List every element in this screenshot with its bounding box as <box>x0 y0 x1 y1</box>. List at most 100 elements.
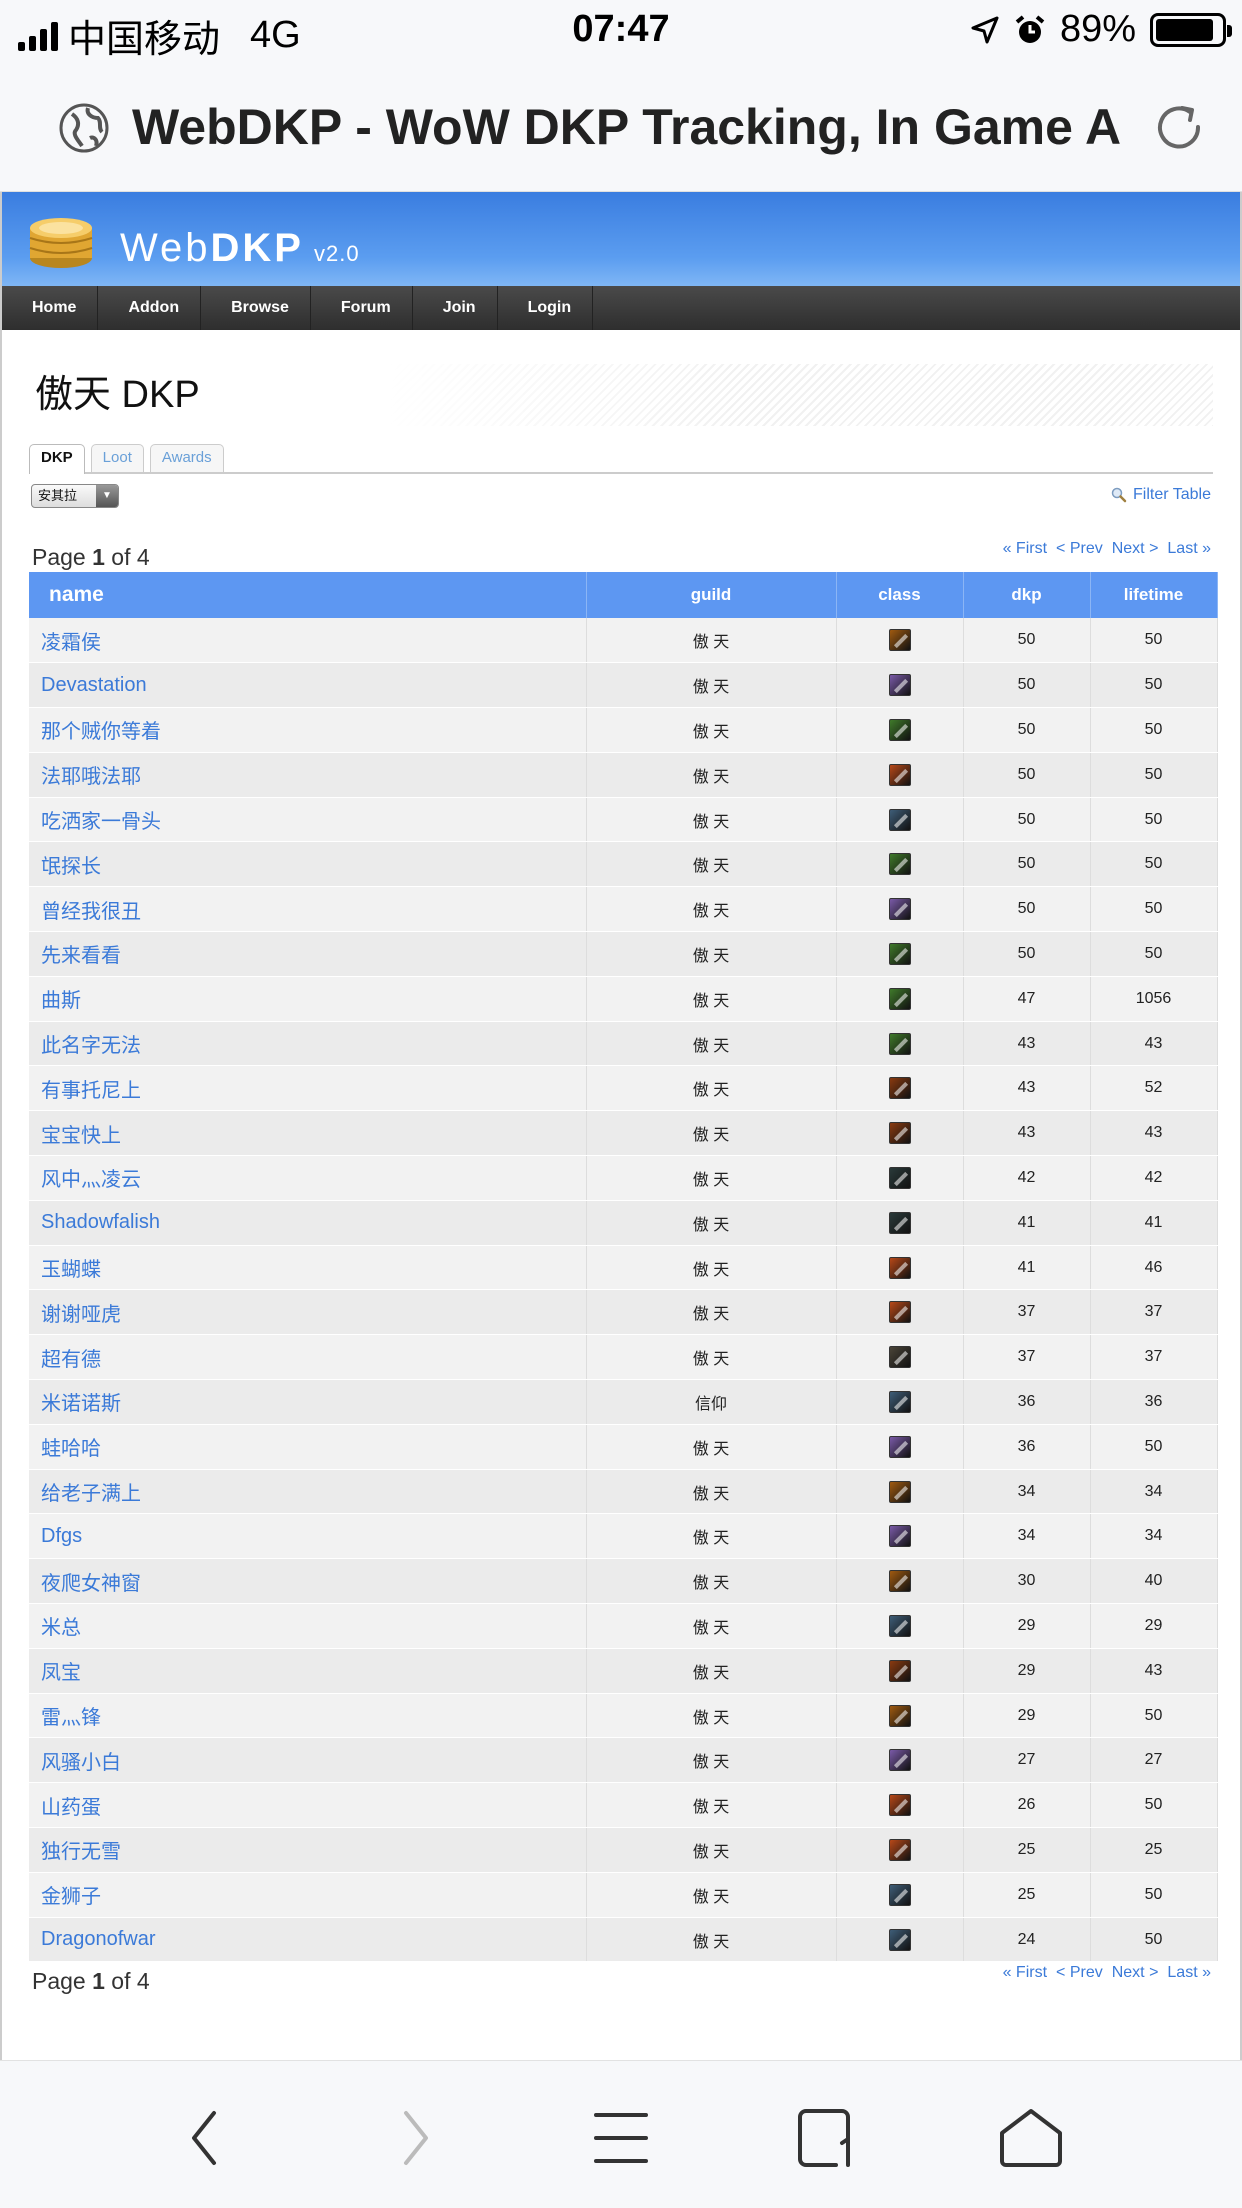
cell-name[interactable]: 米诺诺斯 <box>29 1379 587 1425</box>
nav-forum[interactable]: Forum <box>311 286 413 330</box>
cell-name[interactable]: 风骚小白 <box>29 1737 587 1784</box>
cell-guild: 傲 天 <box>586 797 837 843</box>
cell-name[interactable]: 曾经我很丑 <box>29 886 587 933</box>
pager-next[interactable]: Next > <box>1112 540 1159 558</box>
cell-dkp: 29 <box>963 1603 1091 1649</box>
pager-prev[interactable]: < Prev <box>1056 1964 1103 1982</box>
cell-class <box>836 707 964 753</box>
table-select[interactable]: 安其拉 ▼ <box>31 484 119 508</box>
pager-next[interactable]: Next > <box>1112 1964 1159 1982</box>
cell-class <box>836 1737 964 1784</box>
cell-lifetime: 43 <box>1090 1648 1218 1694</box>
cell-lifetime: 41 <box>1090 1200 1218 1246</box>
cell-lifetime: 50 <box>1090 1872 1218 1918</box>
cell-name[interactable]: 夜爬女神窗 <box>29 1558 587 1605</box>
cell-name[interactable]: 雷灬锋 <box>29 1693 587 1739</box>
cell-guild: 傲 天 <box>586 662 837 709</box>
class-icon <box>888 853 911 876</box>
cell-name[interactable]: 超有德 <box>29 1334 587 1381</box>
cell-name[interactable]: Shadowfalish <box>29 1200 587 1246</box>
class-icon <box>888 1390 911 1413</box>
cell-name[interactable]: 凌霜侯 <box>29 618 587 664</box>
table-row: 山药蛋傲 天 26 50 <box>29 1782 1218 1829</box>
cell-lifetime: 36 <box>1090 1379 1218 1425</box>
reload-icon[interactable] <box>1150 98 1208 156</box>
browser-address-bar[interactable]: WebDKP - WoW DKP Tracking, In Game A... <box>0 62 1242 192</box>
cell-name[interactable]: 山药蛋 <box>29 1782 587 1829</box>
cell-name[interactable]: Devastation <box>29 662 587 709</box>
cell-class <box>836 797 964 843</box>
column-header-name[interactable]: name <box>29 572 587 618</box>
tab-awards[interactable]: Awards <box>149 444 224 472</box>
cell-name[interactable]: 那个贼你等着 <box>29 707 587 753</box>
cell-class <box>836 1469 964 1515</box>
cell-name[interactable]: Dragonofwar <box>29 1917 587 1963</box>
pager-bottom: « First < Prev Next > Last » <box>1003 1964 1211 1982</box>
nav-browse[interactable]: Browse <box>201 286 311 330</box>
table-row: 米诺诺斯 信仰 36 36 <box>29 1379 1218 1425</box>
class-icon <box>888 718 911 741</box>
table-row: 凤宝傲 天 29 43 <box>29 1648 1218 1694</box>
cell-class <box>836 1782 964 1829</box>
cell-guild: 傲 天 <box>586 1513 837 1560</box>
nav-home[interactable]: Home <box>2 286 99 330</box>
cell-name[interactable]: 法耶哦法耶 <box>29 752 587 798</box>
tab-loot[interactable]: Loot <box>90 444 144 472</box>
pager-prev[interactable]: < Prev <box>1056 540 1103 558</box>
cell-name[interactable]: 氓探长 <box>29 841 587 888</box>
pager-first[interactable]: « First <box>1003 1964 1047 1982</box>
cell-lifetime: 50 <box>1090 886 1218 933</box>
column-header-lifetime[interactable]: lifetime <box>1090 572 1218 618</box>
cell-name[interactable]: Dfgs <box>29 1513 587 1560</box>
filter-table-label: Filter Table <box>1133 486 1211 503</box>
class-icon <box>888 1211 911 1234</box>
table-row: 独行无雪傲 天 25 25 <box>29 1827 1218 1873</box>
cell-name[interactable]: 有事托尼上 <box>29 1065 587 1112</box>
cell-class <box>836 931 964 977</box>
cell-name[interactable]: 曲斯 <box>29 976 587 1022</box>
cell-name[interactable]: 给老子满上 <box>29 1469 587 1515</box>
cell-name[interactable]: 米总 <box>29 1603 587 1649</box>
table-row: 谢谢哑虎傲 天 37 37 <box>29 1289 1218 1336</box>
table-row: 蛙哈哈傲 天 36 50 <box>29 1424 1218 1470</box>
column-header-class[interactable]: class <box>836 572 964 618</box>
menu-icon[interactable] <box>586 2107 656 2169</box>
column-header-guild[interactable]: guild <box>586 572 837 618</box>
back-icon[interactable] <box>172 2107 242 2169</box>
column-header-dkp[interactable]: dkp <box>963 572 1091 618</box>
cell-name[interactable]: 先来看看 <box>29 931 587 977</box>
cell-name[interactable]: 吃洒家一骨头 <box>29 797 587 843</box>
nav-addon[interactable]: Addon <box>98 286 202 330</box>
cell-class <box>836 1558 964 1605</box>
cell-dkp: 26 <box>963 1782 1091 1829</box>
forward-icon[interactable] <box>378 2107 448 2169</box>
filter-table-link[interactable]: Filter Table <box>1111 486 1211 504</box>
cell-lifetime: 40 <box>1090 1558 1218 1605</box>
cell-name[interactable]: 宝宝快上 <box>29 1110 587 1157</box>
nav-login[interactable]: Login <box>498 286 594 330</box>
pager-last[interactable]: Last » <box>1167 540 1211 558</box>
cell-lifetime: 50 <box>1090 1693 1218 1739</box>
table-row: 雷灬锋傲 天 29 50 <box>29 1693 1218 1739</box>
cell-dkp: 47 <box>963 976 1091 1022</box>
cell-name[interactable]: 风中灬凌云 <box>29 1155 587 1201</box>
nav-join[interactable]: Join <box>413 286 498 330</box>
cell-name[interactable]: 独行无雪 <box>29 1827 587 1873</box>
cell-name[interactable]: 玉蝴蝶 <box>29 1245 587 1291</box>
home-icon[interactable] <box>996 2107 1066 2169</box>
cell-guild: 信仰 <box>586 1379 837 1425</box>
site-logo[interactable]: WebDKP v2.0 <box>120 226 360 271</box>
cell-name[interactable]: 蛙哈哈 <box>29 1424 587 1470</box>
cell-name[interactable]: 此名字无法 <box>29 1021 587 1067</box>
cell-name[interactable]: 凤宝 <box>29 1648 587 1694</box>
cell-name[interactable]: 金狮子 <box>29 1872 587 1918</box>
pager-first[interactable]: « First <box>1003 540 1047 558</box>
cell-dkp: 27 <box>963 1737 1091 1784</box>
pager-last[interactable]: Last » <box>1167 1964 1211 1982</box>
logo-dkp-text: DKP <box>210 226 304 270</box>
tab-dkp[interactable]: DKP <box>29 444 85 474</box>
cell-guild: 傲 天 <box>586 1200 837 1246</box>
status-right: 89% <box>970 8 1232 51</box>
tabs-icon[interactable] <box>792 2107 862 2169</box>
cell-name[interactable]: 谢谢哑虎 <box>29 1289 587 1336</box>
